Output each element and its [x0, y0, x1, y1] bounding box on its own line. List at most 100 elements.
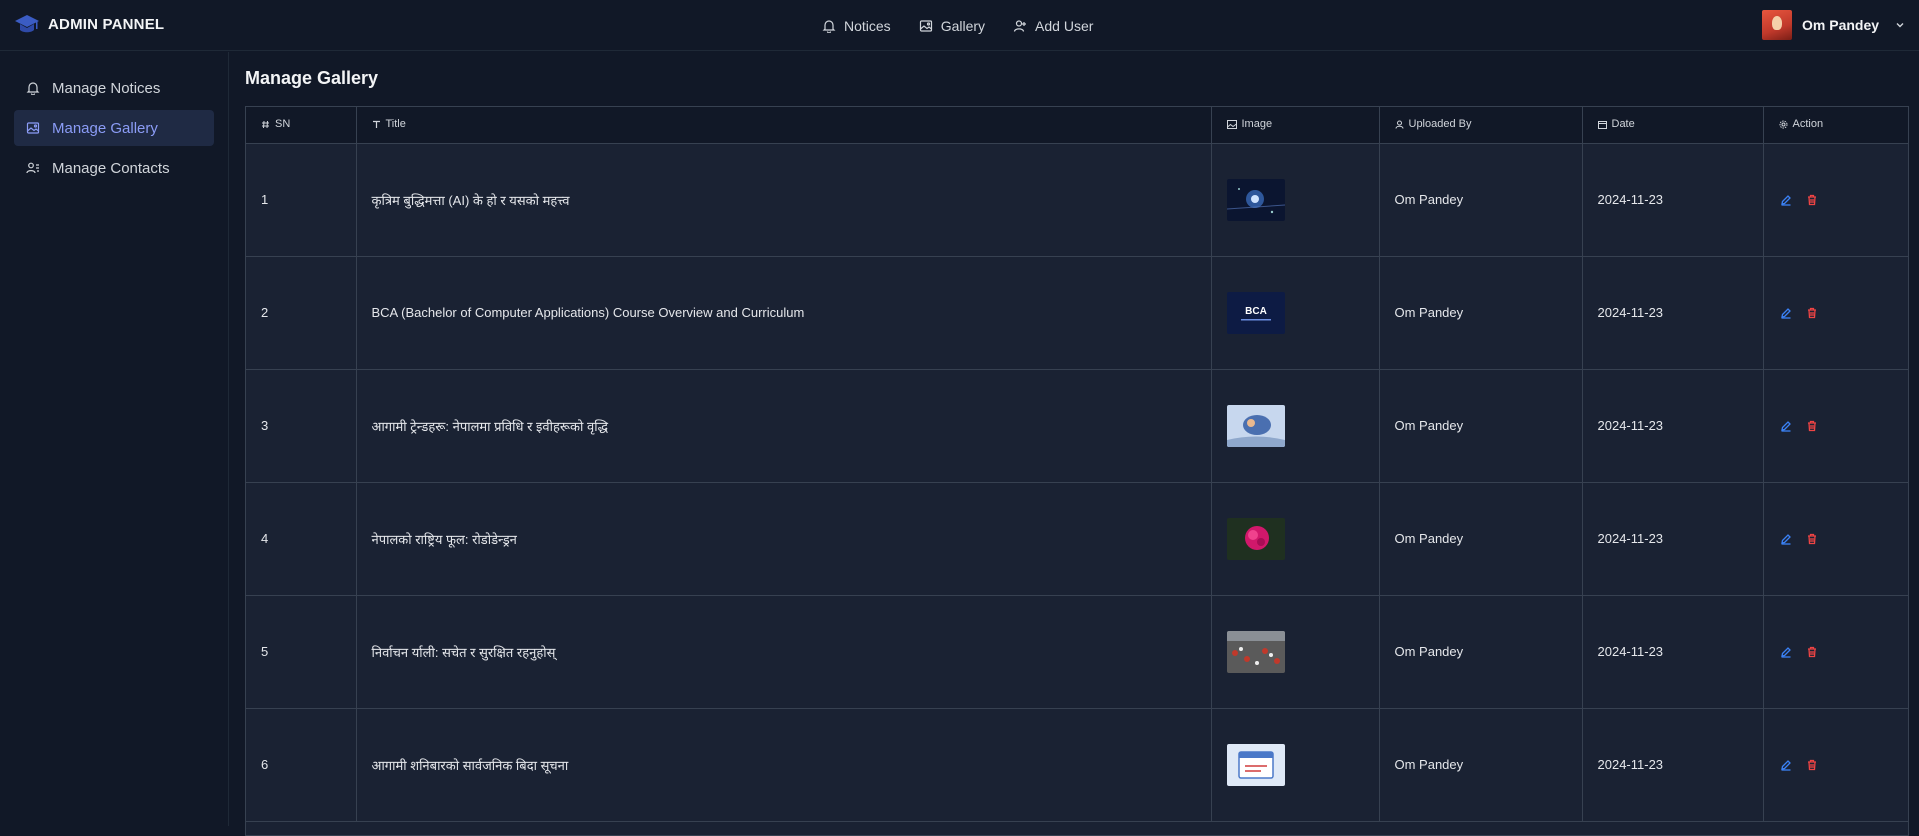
gallery-icon — [919, 19, 933, 33]
gear-icon — [1779, 120, 1788, 129]
cell-uploaded-by: Om Pandey — [1379, 143, 1583, 257]
cell-title: कृत्रिम बुद्धिमत्ता (AI) के हो र यसको मह… — [356, 143, 1212, 257]
cell-sn: 1 — [246, 143, 357, 257]
sidebar-item-manage-contacts[interactable]: Manage Contacts — [14, 150, 214, 186]
cell-title: BCA (Bachelor of Computer Applications) … — [356, 256, 1212, 370]
gallery-table: SN Title Image Uploaded By Date Action 1… — [245, 106, 1909, 836]
nav-gallery[interactable]: Gallery — [919, 18, 985, 34]
sidebar-item-manage-notices[interactable]: Manage Notices — [14, 70, 214, 106]
brand[interactable]: ADMIN PANNEL — [14, 12, 164, 36]
cell-date: 2024-11-23 — [1582, 482, 1764, 596]
sidebar-item-label: Manage Gallery — [52, 119, 158, 137]
cell-sn: 6 — [246, 708, 357, 822]
cell-action — [1763, 595, 1909, 709]
delete-icon[interactable] — [1805, 419, 1819, 433]
row-actions — [1779, 306, 1909, 320]
cell-sn: 2 — [246, 256, 357, 370]
sidebar-item-manage-gallery[interactable]: Manage Gallery — [14, 110, 214, 146]
svg-text:BCA: BCA — [1245, 306, 1267, 317]
cell-title: निर्वाचन र्याली: सचेत र सुरक्षित रहनुहोस… — [356, 595, 1212, 709]
bell-icon — [26, 81, 40, 95]
graduation-cap-icon — [14, 12, 40, 36]
nav-gallery-label: Gallery — [940, 17, 986, 34]
top-nav: Notices Gallery Add User — [822, 0, 1093, 51]
cell-image — [1211, 482, 1380, 596]
edit-icon[interactable] — [1779, 419, 1793, 433]
table-header-row: SN Title Image Uploaded By Date Action — [246, 107, 1908, 144]
column-header-sn: SN — [246, 107, 357, 144]
delete-icon[interactable] — [1805, 193, 1819, 207]
table-row: 4 नेपालको राष्ट्रिय फूल: रोडोडेन्ड्रन Om… — [246, 482, 1909, 596]
cell-image — [1211, 143, 1380, 257]
cell-image — [1211, 595, 1380, 709]
nav-add-user[interactable]: Add User — [1013, 18, 1093, 34]
gallery-thumbnail[interactable] — [1226, 517, 1285, 560]
hash-icon — [261, 120, 270, 129]
column-header-title: Title — [356, 107, 1212, 144]
cell-sn: 5 — [246, 595, 357, 709]
gallery-thumbnail[interactable] — [1226, 178, 1285, 221]
nav-notices-label: Notices — [844, 17, 891, 34]
nav-add-user-label: Add User — [1035, 17, 1094, 34]
column-header-uploaded-by: Uploaded By — [1379, 107, 1583, 144]
delete-icon[interactable] — [1805, 306, 1819, 320]
cell-uploaded-by: Om Pandey — [1379, 708, 1583, 822]
cell-sn: 3 — [246, 369, 357, 483]
row-actions — [1779, 532, 1909, 546]
cell-uploaded-by: Om Pandey — [1379, 595, 1583, 709]
edit-icon[interactable] — [1779, 758, 1793, 772]
cell-image — [1211, 369, 1380, 483]
main-content: Manage Gallery SN Title Image Uploaded B… — [229, 52, 1919, 836]
edit-icon[interactable] — [1779, 193, 1793, 207]
cell-image — [1211, 708, 1380, 822]
bell-icon — [822, 19, 836, 33]
gallery-thumbnail[interactable]: BCA — [1226, 291, 1285, 334]
brand-name: ADMIN PANNEL — [48, 15, 165, 33]
gallery-thumbnail[interactable] — [1226, 743, 1285, 786]
cell-title: आगामी शनिबारको सार्वजनिक बिदा सूचना — [356, 708, 1212, 822]
top-bar: ADMIN PANNEL Notices Gallery Add User Om… — [0, 0, 1919, 51]
cell-action — [1763, 708, 1909, 822]
delete-icon[interactable] — [1805, 645, 1819, 659]
table-row: 3 आगामी ट्रेन्डहरू: नेपालमा प्रविधि र इव… — [246, 369, 1909, 483]
gallery-icon — [26, 121, 40, 135]
sidebar-item-label: Manage Notices — [52, 79, 161, 97]
delete-icon[interactable] — [1805, 758, 1819, 772]
cell-action — [1763, 482, 1909, 596]
cell-date: 2024-11-23 — [1582, 256, 1764, 370]
sidebar: Manage Notices Manage Gallery Manage Con… — [0, 52, 229, 826]
page-title: Manage Gallery — [245, 68, 379, 88]
table-row: 2 BCA (Bachelor of Computer Applications… — [246, 256, 1909, 370]
column-header-action: Action — [1763, 107, 1908, 144]
edit-icon[interactable] — [1779, 532, 1793, 546]
cell-uploaded-by: Om Pandey — [1379, 369, 1583, 483]
gallery-thumbnail[interactable] — [1226, 630, 1285, 673]
cell-action — [1763, 369, 1909, 483]
edit-icon[interactable] — [1779, 306, 1793, 320]
column-header-date: Date — [1582, 107, 1764, 144]
table-row: 1 कृत्रिम बुद्धिमत्ता (AI) के हो र यसको … — [246, 143, 1908, 257]
cell-date: 2024-11-23 — [1582, 708, 1764, 822]
gallery-thumbnail[interactable] — [1226, 404, 1285, 447]
avatar — [1762, 10, 1792, 40]
contacts-icon — [26, 161, 40, 175]
edit-icon[interactable] — [1779, 645, 1793, 659]
delete-icon[interactable] — [1805, 532, 1819, 546]
cell-sn: 4 — [246, 482, 357, 596]
column-header-image: Image — [1211, 107, 1380, 144]
user-icon — [1395, 120, 1404, 129]
table-row: 6 आगामी शनिबारको सार्वजनिक बिदा सूचना Om… — [246, 708, 1909, 822]
row-actions — [1779, 645, 1909, 659]
cell-title: आगामी ट्रेन्डहरू: नेपालमा प्रविधि र इवीह… — [356, 369, 1212, 483]
cell-date: 2024-11-23 — [1582, 369, 1764, 483]
row-actions — [1779, 419, 1909, 433]
row-actions — [1779, 758, 1909, 772]
cell-uploaded-by: Om Pandey — [1379, 256, 1583, 370]
user-name: Om Pandey — [1802, 17, 1880, 33]
user-menu[interactable]: Om Pandey — [1762, 10, 1905, 40]
cell-uploaded-by: Om Pandey — [1379, 482, 1583, 596]
text-icon — [372, 120, 381, 129]
cell-action — [1763, 143, 1908, 257]
cell-date: 2024-11-23 — [1582, 143, 1764, 257]
nav-notices[interactable]: Notices — [822, 18, 891, 34]
